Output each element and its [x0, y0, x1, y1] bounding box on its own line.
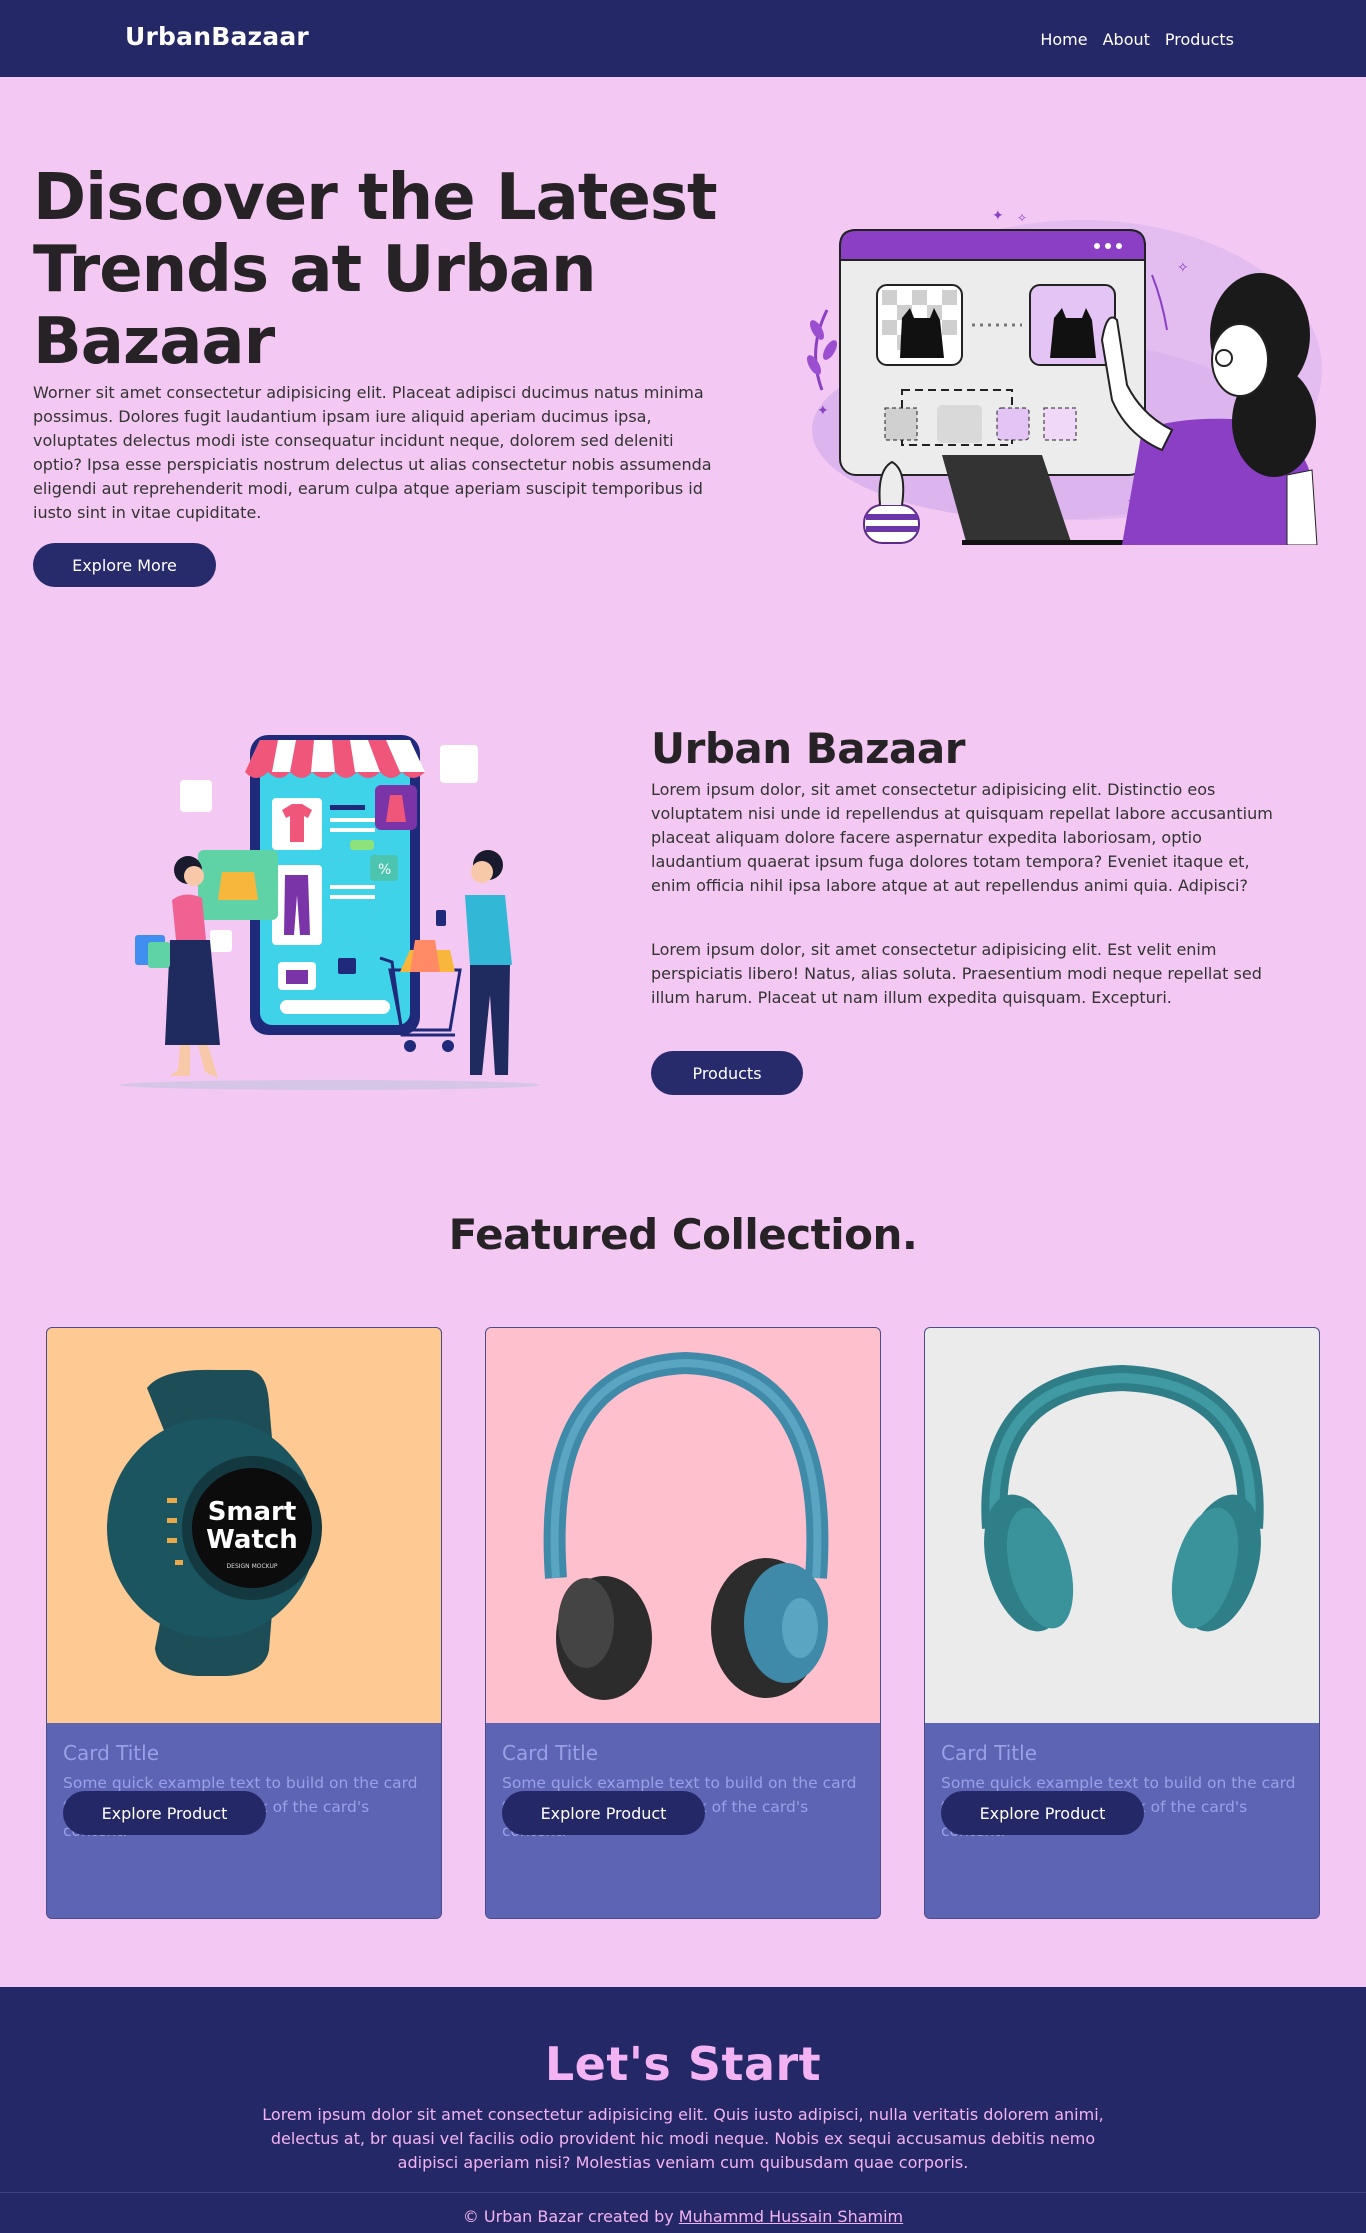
smartwatch-image: Smart Watch DESIGN MOCKUP: [47, 1328, 441, 1723]
teal-headphones-image: [925, 1328, 1319, 1723]
copyright: © Urban Bazar created by Muhammd Hussain…: [0, 2207, 1366, 2226]
card-title: Card Title: [502, 1741, 599, 1765]
product-card: Card Title Some quick example text to bu…: [485, 1327, 881, 1919]
about-paragraph-1: Lorem ipsum dolor, sit amet consectetur …: [651, 780, 1273, 895]
card-title: Card Title: [941, 1741, 1038, 1765]
navbar: UrbanBazaar Home About Products: [0, 0, 1366, 77]
watch-caption: DESIGN MOCKUP: [227, 1563, 278, 1570]
products-button[interactable]: Products: [651, 1051, 803, 1095]
about-illustration: %: [120, 735, 540, 1090]
about-title: Urban Bazaar: [651, 724, 965, 773]
footer-divider: [0, 2192, 1366, 2193]
svg-text:✦: ✦: [992, 208, 1004, 224]
watch-label-line1: Smart: [208, 1497, 297, 1527]
nav-links: Home About Products: [1040, 30, 1234, 49]
explore-product-button[interactable]: Explore Product: [941, 1791, 1144, 1835]
footer: Let's Start Lorem ipsum dolor sit amet c…: [0, 1987, 1366, 2233]
author-link[interactable]: Muhammd Hussain Shamim: [679, 2207, 903, 2226]
card-title: Card Title: [63, 1741, 160, 1765]
nav-link-home[interactable]: Home: [1040, 30, 1087, 49]
product-card: Smart Watch DESIGN MOCKUP Card Title Som…: [46, 1327, 442, 1919]
hero-text: Worner sit amet consectetur adipisicing …: [33, 383, 712, 522]
svg-text:✦: ✦: [817, 403, 829, 419]
footer-text: Lorem ipsum dolor sit amet consectetur a…: [262, 2105, 1104, 2172]
svg-text:✧: ✧: [1017, 211, 1027, 225]
copyright-prefix: © Urban Bazar created by: [462, 2207, 679, 2226]
explore-product-button[interactable]: Explore Product: [63, 1791, 266, 1835]
featured-title: Featured Collection.: [448, 1210, 918, 1259]
watch-label-line2: Watch: [206, 1525, 298, 1555]
svg-text:✧: ✧: [1177, 260, 1189, 276]
brand-logo[interactable]: UrbanBazaar: [125, 22, 309, 51]
explore-product-button[interactable]: Explore Product: [502, 1791, 705, 1835]
blue-headphones-image: [486, 1328, 880, 1723]
footer-title: Let's Start: [544, 2037, 822, 2091]
nav-link-products[interactable]: Products: [1165, 30, 1234, 49]
about-paragraph-2: Lorem ipsum dolor, sit amet consectetur …: [651, 940, 1262, 1007]
hero-illustration: ✦ ✧ ✧ ✦ ✦ ✧: [807, 208, 1322, 545]
hero-title: Discover the Latest Trends at Urban Baza…: [33, 161, 718, 379]
svg-text:%: %: [378, 862, 391, 878]
product-card: Card Title Some quick example text to bu…: [924, 1327, 1320, 1919]
nav-link-about[interactable]: About: [1103, 30, 1150, 49]
explore-more-button[interactable]: Explore More: [33, 543, 216, 587]
